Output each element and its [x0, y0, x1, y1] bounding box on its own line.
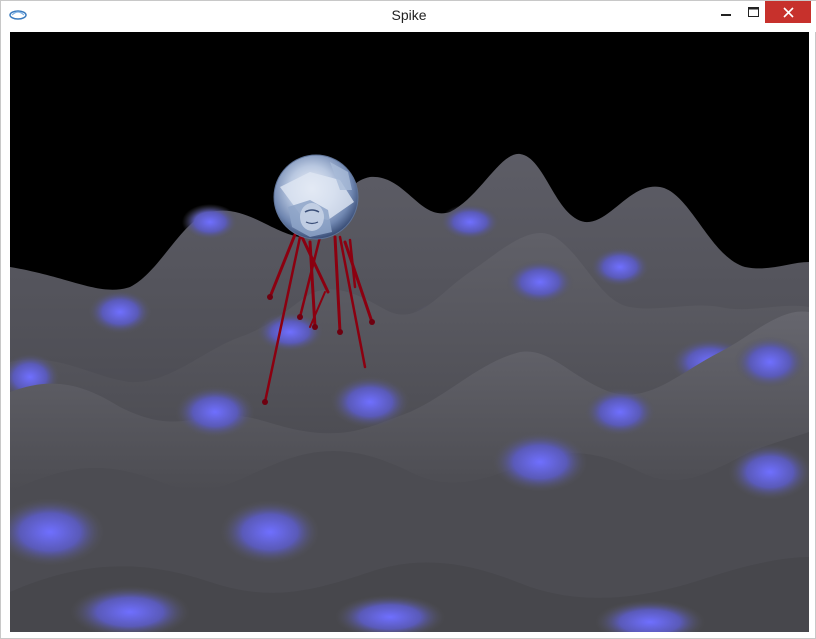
minimize-button[interactable]: [711, 1, 741, 23]
title-bar[interactable]: Spike: [1, 1, 816, 32]
app-window: Spike: [0, 0, 816, 639]
minimize-icon: [721, 14, 731, 16]
maximize-button[interactable]: [738, 1, 768, 23]
close-icon: [782, 6, 794, 18]
terrain-scene: [10, 153, 809, 632]
spike-sphere: [273, 154, 359, 240]
window-title: Spike: [391, 7, 427, 23]
close-button[interactable]: [765, 1, 811, 23]
maximize-icon: [747, 7, 759, 17]
opengl-viewport[interactable]: [10, 32, 809, 632]
